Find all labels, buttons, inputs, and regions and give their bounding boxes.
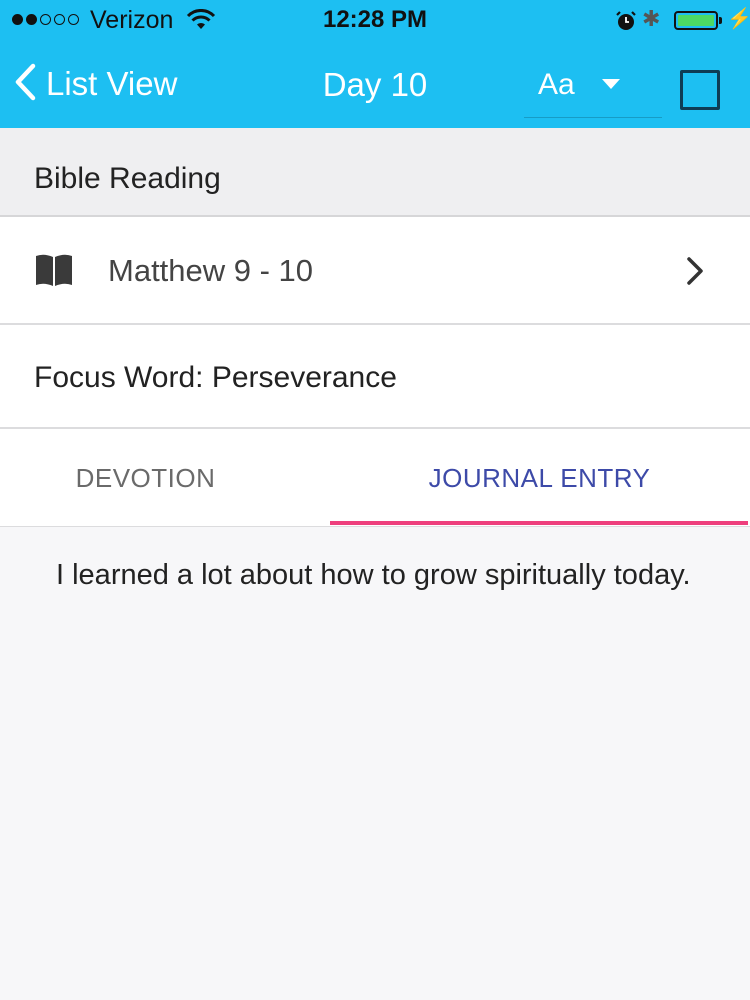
alarm-icon xyxy=(615,10,637,37)
back-label: List View xyxy=(46,65,178,102)
journal-entry-text[interactable]: I learned a lot about how to grow spirit… xyxy=(56,556,716,595)
section-header: Bible Reading xyxy=(0,128,750,217)
chevron-right-icon xyxy=(685,256,705,291)
tab-bar: DEVOTION JOURNAL ENTRY xyxy=(0,429,750,527)
clock: 12:28 PM xyxy=(322,6,428,33)
section-title: Bible Reading xyxy=(34,162,221,195)
back-chevron-icon xyxy=(14,63,36,106)
app-header: Verizon 12:28 PM ✱ ⚡ List View Day 10 Aa xyxy=(0,0,750,128)
back-button[interactable]: List View xyxy=(14,62,177,106)
font-size-dropdown[interactable]: Aa xyxy=(524,62,662,118)
font-size-label: Aa xyxy=(538,68,575,101)
battery-icon xyxy=(674,11,718,30)
caret-down-icon xyxy=(602,79,620,89)
tab-journal-entry[interactable]: JOURNAL ENTRY xyxy=(352,429,727,527)
status-bar: Verizon 12:28 PM ✱ ⚡ xyxy=(0,0,750,40)
focus-word: Focus Word: Perseverance xyxy=(34,361,397,394)
bluetooth-icon: ✱ xyxy=(642,6,661,31)
complete-checkbox[interactable] xyxy=(680,70,720,110)
tab-devotion[interactable]: DEVOTION xyxy=(0,429,333,527)
active-tab-indicator xyxy=(330,521,748,525)
battery-tip xyxy=(719,17,722,24)
reading-passage-row[interactable]: Matthew 9 - 10 xyxy=(0,217,750,325)
focus-word-row: Focus Word: Perseverance xyxy=(0,325,750,429)
battery-level xyxy=(678,15,714,26)
reading-passage: Matthew 9 - 10 xyxy=(108,253,314,288)
charging-icon: ⚡ xyxy=(727,8,750,30)
book-icon xyxy=(34,252,74,293)
